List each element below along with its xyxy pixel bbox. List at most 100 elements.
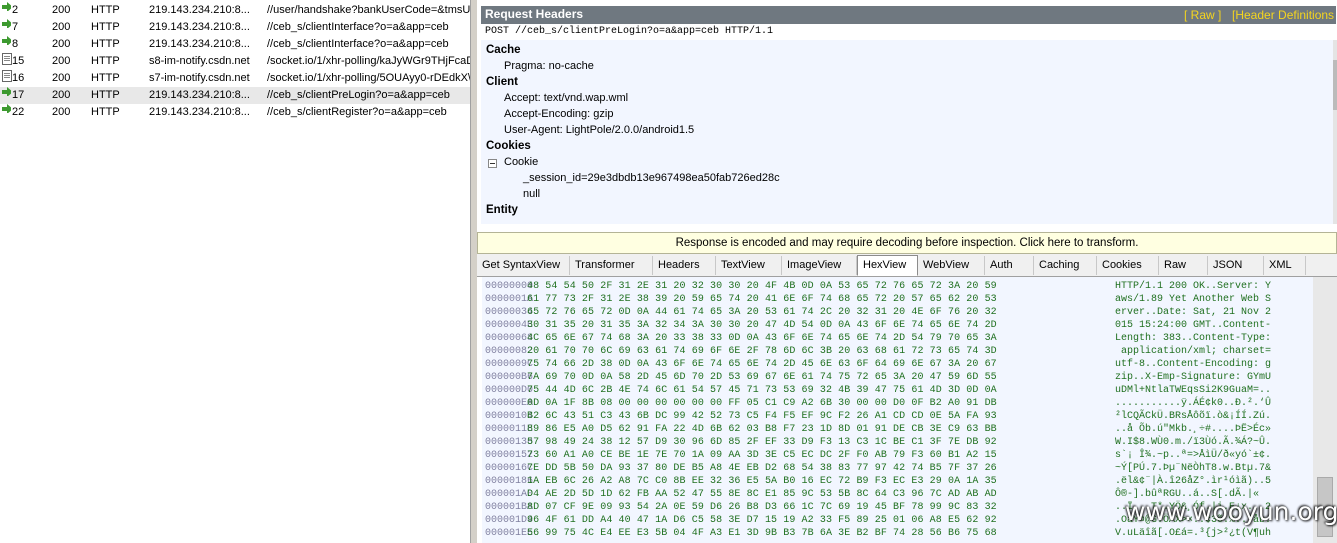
hex-ascii: utf-8..Content-Encoding: g <box>1115 359 1272 370</box>
raw-link[interactable]: [ Raw ] <box>1184 8 1221 22</box>
session-row[interactable]: 17 200 HTTP 219.143.234.210:8... //ceb_s/cli… <box>0 87 470 104</box>
tab-imageview[interactable]: ImageView <box>782 256 857 275</box>
hex-offset: 00000034 <box>485 307 534 318</box>
session-protocol: HTTP <box>91 21 120 33</box>
hex-ascii: V.uLäîã[.O£á=.³{j>²¿t(V¶uh <box>1115 528 1272 539</box>
tab-hexview[interactable]: HexView <box>857 255 918 276</box>
hex-bytes: 30 31 35 20 31 35 3A 32 34 3A 30 30 20 4… <box>527 320 997 331</box>
hex-bytes: 8D 07 CF 9E 09 93 54 2A 0E 59 D6 26 B8 D… <box>527 502 997 513</box>
cookie-null[interactable]: null <box>523 188 540 200</box>
header-accept[interactable]: Accept: text/vnd.wap.wml <box>504 92 628 104</box>
tab-headers[interactable]: Headers <box>653 256 716 275</box>
session-url: //ceb_s/clientRegister?o=a&app=ceb <box>267 106 447 118</box>
hex-offset: 000001BA <box>485 502 534 513</box>
hex-offset: 000000EA <box>485 398 534 409</box>
hex-offset: 0000016C <box>485 463 534 474</box>
session-host: 219.143.234.210:8... <box>149 89 250 101</box>
tab-json[interactable]: JSON <box>1208 256 1264 275</box>
session-row[interactable]: 7 200 HTTP 219.143.234.210:8... //ceb_s/clie… <box>0 19 470 36</box>
session-number: 7 <box>12 21 19 33</box>
session-protocol: HTTP <box>91 106 120 118</box>
session-number: 2 <box>12 4 19 16</box>
group-entity: Entity <box>486 204 518 216</box>
session-row[interactable]: 22 200 HTTP 219.143.234.210:8... //ceb_s/cli… <box>0 104 470 121</box>
hex-offset: 00000082 <box>485 346 534 357</box>
hex-offset: 0000001A <box>485 294 534 305</box>
hex-ascii: HTTP/1.1 200 OK..Server: Y <box>1115 281 1272 292</box>
hex-ascii: Length: 383..Content-Type: <box>1115 333 1272 344</box>
headers-scrollbar-thumb[interactable] <box>1333 60 1337 110</box>
tab-raw[interactable]: Raw <box>1159 256 1208 275</box>
session-url: //user/handshake?bankUserCode=&tmsUs <box>267 4 470 16</box>
tab-transformer[interactable]: Transformer <box>570 256 653 275</box>
session-number: 22 <box>12 106 25 118</box>
hex-bytes: 61 77 73 2F 31 2E 38 39 20 59 65 74 20 4… <box>527 294 997 305</box>
session-row[interactable]: 16 200 HTTP s7-im-notify.csdn.net/socket.io… <box>0 70 470 87</box>
headers-tree[interactable]: Cache Pragma: no-cache Client Accept: te… <box>481 40 1333 224</box>
tab-get-syntaxview[interactable]: Get SyntaxView <box>477 256 570 275</box>
tab-cookies[interactable]: Cookies <box>1097 256 1159 275</box>
hex-offset: 000000B6 <box>485 372 534 383</box>
session-url: //ceb_s/clientPreLogin?o=a&app=ceb <box>267 89 450 101</box>
session-row[interactable]: 8 200 HTTP 219.143.234.210:8... //ceb_s/clie… <box>0 36 470 53</box>
tab-caching[interactable]: Caching <box>1034 256 1097 275</box>
pane-splitter[interactable] <box>470 0 477 543</box>
hex-bytes: B2 6C 43 51 C3 43 6B DC 99 42 52 73 C5 F… <box>527 411 997 422</box>
session-protocol: HTTP <box>91 4 120 16</box>
collapse-cookie-icon[interactable] <box>488 159 497 168</box>
hex-offset: 000000D0 <box>485 385 534 396</box>
hex-bytes: 89 86 E5 A0 D5 62 91 FA 22 4D 6B 62 03 B… <box>527 424 997 435</box>
session-url: //ceb_s/clientInterface?o=a&app=ceb <box>267 38 449 50</box>
hex-bytes: 0D 0A 1F 8B 08 00 00 00 00 00 00 FF 05 C… <box>527 398 997 409</box>
session-row[interactable]: 2 200 HTTP 219.143.234.210:8... //user/hands… <box>0 2 470 19</box>
hex-bytes: 96 4F 61 DD A4 40 47 1A D6 C5 58 3E D7 1… <box>527 515 997 526</box>
header-user-agent[interactable]: User-Agent: LightPole/2.0.0/android1.5 <box>504 124 694 136</box>
group-client: Client <box>486 76 518 88</box>
cookie-session-id[interactable]: _session_id=29e3dbdb13e967498ea50fab726e… <box>523 172 780 184</box>
header-definitions-link[interactable]: [Header Definitions <box>1232 8 1334 22</box>
group-cache: Cache <box>486 44 521 56</box>
session-list[interactable]: 2 200 HTTP 219.143.234.210:8... //user/hands… <box>0 0 470 543</box>
group-cookies: Cookies <box>486 140 531 152</box>
tab-textview[interactable]: TextView <box>716 256 782 275</box>
session-url: /socket.io/1/xhr-polling/5OUAyy0-rDEdkX\ <box>267 72 470 84</box>
decode-notice-bar[interactable]: Response is encoded and may require deco… <box>477 232 1337 254</box>
session-result: 200 <box>52 4 71 16</box>
session-host: 219.143.234.210:8... <box>149 21 250 33</box>
hex-offset: 00000138 <box>485 437 534 448</box>
session-host: 219.143.234.210:8... <box>149 4 250 16</box>
session-number: 8 <box>12 38 19 50</box>
hex-offset: 000001A0 <box>485 489 534 500</box>
tab-webview[interactable]: WebView <box>918 256 985 275</box>
hex-offset: 00000104 <box>485 411 534 422</box>
session-result: 200 <box>52 72 71 84</box>
hex-bytes: D4 AE 2D 5D 1D 62 FB AA 52 47 55 8E 8C E… <box>527 489 997 500</box>
hex-ascii: zip..X-Emp-Signature: GYmU <box>1115 372 1272 383</box>
hex-bytes: 20 61 70 70 6C 69 63 61 74 69 6F 6E 2F 7… <box>527 346 997 357</box>
hex-offset: 00000152 <box>485 450 534 461</box>
inspector-panel: Request Headers [ Raw ] [Header Definiti… <box>477 0 1337 543</box>
header-accept-encoding[interactable]: Accept-Encoding: gzip <box>504 108 613 120</box>
session-result: 200 <box>52 106 71 118</box>
hex-ascii: erver..Date: Sat, 21 Nov 2 <box>1115 307 1272 318</box>
hex-bytes: 75 44 4D 6C 2B 4E 74 6C 61 54 57 45 71 7… <box>527 385 997 396</box>
headers-scrollbar[interactable] <box>1333 40 1337 224</box>
session-result: 200 <box>52 21 71 33</box>
hex-ascii: ...........ÿ.ÁÉ¢k0..Ð.².‘Û <box>1115 398 1272 409</box>
header-pragma[interactable]: Pragma: no-cache <box>504 60 594 72</box>
cookie-node[interactable]: Cookie <box>504 156 538 168</box>
session-protocol: HTTP <box>91 55 120 67</box>
session-protocol: HTTP <box>91 72 120 84</box>
session-host: s8-im-notify.csdn.net <box>149 55 250 67</box>
tab-auth[interactable]: Auth <box>985 256 1034 275</box>
session-host: 219.143.234.210:8... <box>149 106 250 118</box>
request-line: POST //ceb_s/clientPreLogin?o=a&app=ceb … <box>485 26 774 37</box>
hex-ascii: ~Ý[PÚ.7.Þµ¨NëÒhT8.w.Btµ.7& <box>1115 463 1272 474</box>
session-row[interactable]: 15 200 HTTP s8-im-notify.csdn.net/socket.io… <box>0 53 470 70</box>
hex-offset: 0000011E <box>485 424 534 435</box>
request-headers-title: Request Headers <box>485 7 584 21</box>
session-result: 200 <box>52 89 71 101</box>
tab-xml[interactable]: XML <box>1264 256 1306 275</box>
session-host: s7-im-notify.csdn.net <box>149 72 250 84</box>
session-protocol: HTTP <box>91 89 120 101</box>
